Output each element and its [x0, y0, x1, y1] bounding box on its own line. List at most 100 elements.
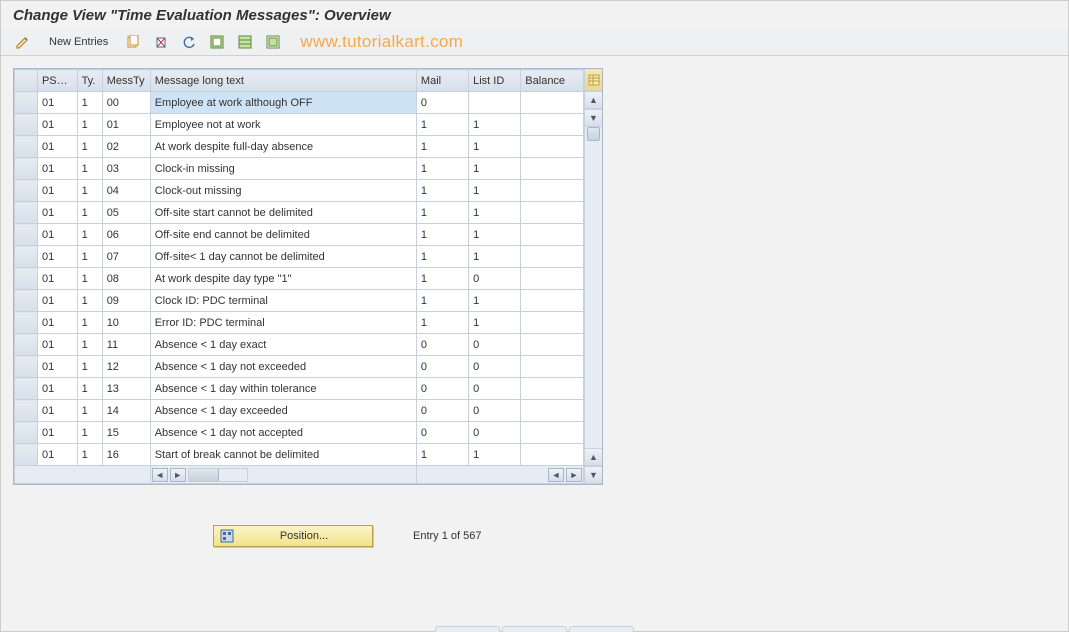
select-all-icon[interactable]: [206, 33, 228, 51]
row-selector[interactable]: [15, 312, 38, 334]
cell-list[interactable]: 1: [469, 158, 521, 180]
cell-psg[interactable]: 01: [37, 268, 77, 290]
cell-text[interactable]: Clock-in missing: [150, 158, 416, 180]
cell-mail[interactable]: 0: [416, 400, 468, 422]
vscroll-track[interactable]: [585, 127, 602, 448]
hscroll-thumb[interactable]: [189, 469, 219, 481]
cell-mail[interactable]: 1: [416, 180, 468, 202]
cell-ty[interactable]: 1: [77, 444, 102, 466]
cell-text[interactable]: Absence < 1 day not accepted: [150, 422, 416, 444]
cell-list[interactable]: [469, 92, 521, 114]
cell-list[interactable]: 0: [469, 334, 521, 356]
hscroll-left2-icon[interactable]: ◄: [548, 468, 564, 482]
cell-balance[interactable]: [521, 268, 584, 290]
cell-mail[interactable]: 0: [416, 422, 468, 444]
cell-messty[interactable]: 01: [102, 114, 150, 136]
cell-mail[interactable]: 1: [416, 136, 468, 158]
cell-mail[interactable]: 1: [416, 158, 468, 180]
cell-text[interactable]: Employee at work although OFF: [150, 92, 416, 114]
cell-list[interactable]: 0: [469, 356, 521, 378]
cell-balance[interactable]: [521, 444, 584, 466]
copy-icon[interactable]: [122, 33, 144, 51]
cell-ty[interactable]: 1: [77, 158, 102, 180]
hscroll-right2-icon[interactable]: ►: [566, 468, 582, 482]
hscroll-left-icon[interactable]: ◄: [152, 468, 168, 482]
cell-messty[interactable]: 14: [102, 400, 150, 422]
row-selector[interactable]: [15, 114, 38, 136]
cell-list[interactable]: 1: [469, 180, 521, 202]
col-list[interactable]: List ID: [469, 70, 521, 92]
cell-mail[interactable]: 1: [416, 224, 468, 246]
delete-icon[interactable]: [150, 33, 172, 51]
cell-text[interactable]: At work despite full-day absence: [150, 136, 416, 158]
row-selector[interactable]: [15, 400, 38, 422]
cell-list[interactable]: 0: [469, 422, 521, 444]
cell-balance[interactable]: [521, 334, 584, 356]
cell-balance[interactable]: [521, 378, 584, 400]
cell-psg[interactable]: 01: [37, 114, 77, 136]
cell-text[interactable]: Off-site end cannot be delimited: [150, 224, 416, 246]
cell-ty[interactable]: 1: [77, 312, 102, 334]
cell-list[interactable]: 1: [469, 224, 521, 246]
cell-balance[interactable]: [521, 312, 584, 334]
cell-balance[interactable]: [521, 92, 584, 114]
cell-messty[interactable]: 10: [102, 312, 150, 334]
cell-ty[interactable]: 1: [77, 92, 102, 114]
cell-text[interactable]: Off-site start cannot be delimited: [150, 202, 416, 224]
cell-ty[interactable]: 1: [77, 202, 102, 224]
cell-mail[interactable]: 0: [416, 92, 468, 114]
hscroll-track[interactable]: [188, 468, 248, 482]
cell-list[interactable]: 0: [469, 378, 521, 400]
cell-psg[interactable]: 01: [37, 444, 77, 466]
cell-mail[interactable]: 1: [416, 246, 468, 268]
row-selector[interactable]: [15, 202, 38, 224]
cell-text[interactable]: Absence < 1 day exact: [150, 334, 416, 356]
scroll-down2-icon[interactable]: ▼: [585, 466, 602, 484]
col-messty[interactable]: MessTy: [102, 70, 150, 92]
cell-ty[interactable]: 1: [77, 246, 102, 268]
toggle-edit-icon[interactable]: [11, 32, 35, 52]
cell-psg[interactable]: 01: [37, 400, 77, 422]
cell-messty[interactable]: 04: [102, 180, 150, 202]
cell-ty[interactable]: 1: [77, 356, 102, 378]
cell-list[interactable]: 1: [469, 290, 521, 312]
cell-messty[interactable]: 12: [102, 356, 150, 378]
cell-messty[interactable]: 05: [102, 202, 150, 224]
cell-mail[interactable]: 0: [416, 356, 468, 378]
cell-text[interactable]: Clock ID: PDC terminal: [150, 290, 416, 312]
cell-messty[interactable]: 03: [102, 158, 150, 180]
cell-mail[interactable]: 1: [416, 268, 468, 290]
cell-mail[interactable]: 1: [416, 114, 468, 136]
cell-messty[interactable]: 07: [102, 246, 150, 268]
row-selector[interactable]: [15, 224, 38, 246]
cell-balance[interactable]: [521, 202, 584, 224]
cell-psg[interactable]: 01: [37, 202, 77, 224]
cell-ty[interactable]: 1: [77, 400, 102, 422]
cell-psg[interactable]: 01: [37, 158, 77, 180]
cell-mail[interactable]: 1: [416, 202, 468, 224]
scroll-down-icon[interactable]: ▼: [585, 109, 602, 127]
cell-ty[interactable]: 1: [77, 180, 102, 202]
cell-text[interactable]: Start of break cannot be delimited: [150, 444, 416, 466]
row-selector[interactable]: [15, 334, 38, 356]
cell-psg[interactable]: 01: [37, 180, 77, 202]
new-entries-button[interactable]: New Entries: [41, 35, 116, 49]
cell-messty[interactable]: 00: [102, 92, 150, 114]
cell-ty[interactable]: 1: [77, 224, 102, 246]
cell-balance[interactable]: [521, 356, 584, 378]
cell-text[interactable]: Absence < 1 day within tolerance: [150, 378, 416, 400]
cell-psg[interactable]: 01: [37, 290, 77, 312]
cell-mail[interactable]: 0: [416, 334, 468, 356]
cell-list[interactable]: 1: [469, 114, 521, 136]
select-block-icon[interactable]: [234, 33, 256, 51]
position-button[interactable]: Position...: [213, 525, 373, 547]
cell-list[interactable]: 1: [469, 312, 521, 334]
cell-text[interactable]: Absence < 1 day exceeded: [150, 400, 416, 422]
row-selector[interactable]: [15, 356, 38, 378]
cell-balance[interactable]: [521, 158, 584, 180]
col-ty[interactable]: Ty.: [77, 70, 102, 92]
cell-mail[interactable]: 1: [416, 444, 468, 466]
deselect-all-icon[interactable]: [262, 33, 284, 51]
cell-messty[interactable]: 15: [102, 422, 150, 444]
cell-list[interactable]: 1: [469, 246, 521, 268]
